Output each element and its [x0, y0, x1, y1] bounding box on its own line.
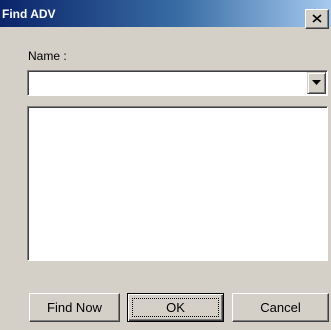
ok-button[interactable]: OK	[127, 293, 224, 322]
window-title: Find ADV	[2, 7, 56, 21]
results-listbox[interactable]	[27, 106, 328, 261]
name-combobox[interactable]	[27, 70, 328, 96]
find-now-label: Find Now	[47, 300, 102, 315]
focus-rectangle	[132, 298, 219, 317]
cancel-label: Cancel	[260, 300, 301, 315]
find-now-button[interactable]: Find Now	[29, 293, 120, 322]
name-label: Name :	[28, 49, 67, 63]
cancel-button[interactable]: Cancel	[232, 293, 329, 322]
title-bar[interactable]: Find ADV	[0, 0, 331, 29]
close-icon	[312, 14, 322, 23]
find-adv-dialog: Find ADV Name : Find Now OK Cancel	[0, 0, 331, 330]
close-button[interactable]	[305, 9, 329, 29]
chevron-down-icon	[312, 80, 321, 85]
name-dropdown-button[interactable]	[307, 72, 326, 94]
